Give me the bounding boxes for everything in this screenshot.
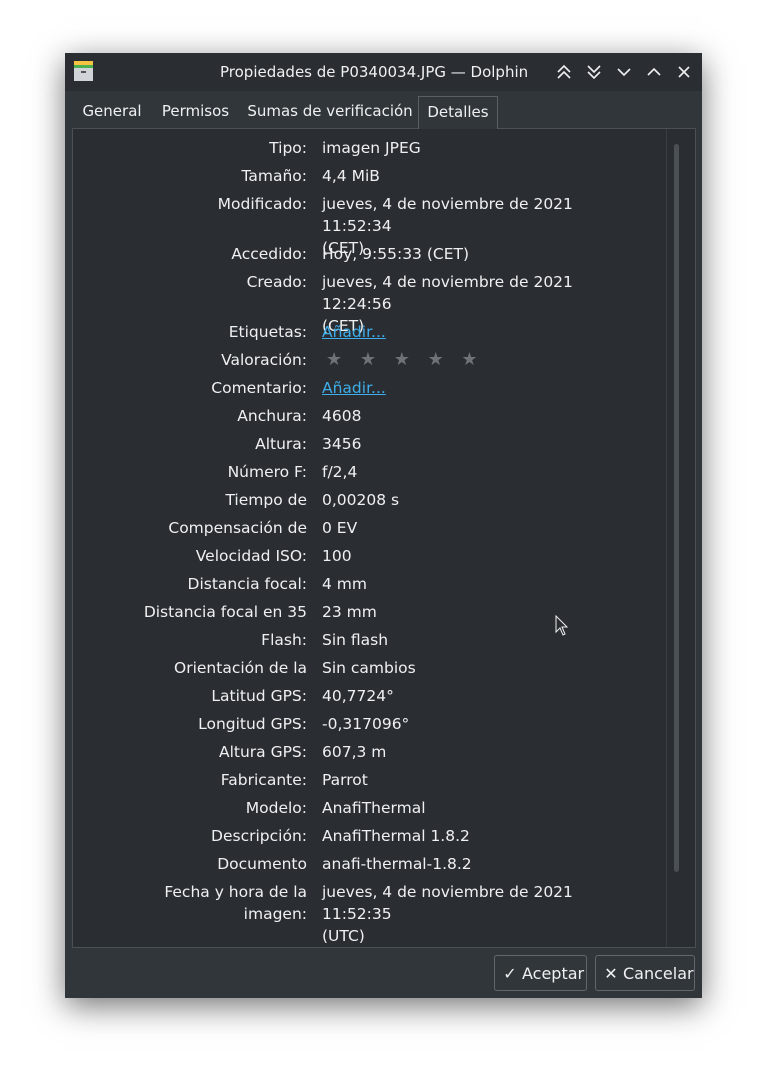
- add-comment-link[interactable]: Añadir...: [322, 377, 642, 399]
- detail-value: 0,00208 s: [322, 491, 400, 509]
- keep-above-icon[interactable]: [554, 62, 574, 82]
- detail-value: 100: [322, 547, 352, 565]
- detail-label: Latitud GPS:: [211, 687, 307, 705]
- detail-label: Modificado:: [217, 195, 307, 213]
- details-panel: Tipo: imagen JPEG Tamaño: 4,4 MiB Modifica…: [72, 128, 696, 948]
- detail-label: Altura:: [255, 435, 307, 453]
- detail-value: AnafiThermal: [322, 799, 426, 817]
- minimize-icon[interactable]: [614, 62, 634, 82]
- detail-value: 23 mm: [322, 603, 377, 621]
- detail-label: Documento: [217, 855, 307, 873]
- detail-value: 0 EV: [322, 519, 358, 537]
- detail-label: Tamaño:: [241, 167, 307, 185]
- detail-label: Valoración:: [221, 351, 307, 369]
- detail-value: jueves, 4 de noviembre de 2021 11:52:35(…: [322, 883, 573, 945]
- detail-label: Tiempo de: [225, 491, 307, 509]
- cancel-button[interactable]: ✕ Cancelar: [595, 955, 695, 991]
- rating-stars[interactable]: ★ ★ ★ ★ ★: [326, 349, 646, 371]
- detail-label: Descripción:: [211, 827, 307, 845]
- detail-label: Fabricante:: [220, 771, 307, 789]
- detail-value: Sin flash: [322, 631, 389, 649]
- detail-label: Velocidad ISO:: [195, 547, 307, 565]
- detail-label: Tipo:: [269, 139, 307, 157]
- detail-label: Distancia focal:: [187, 575, 307, 593]
- detail-value: 4,4 MiB: [322, 167, 380, 185]
- detail-value: -0,317096°: [322, 715, 410, 733]
- detail-value: f/2,4: [322, 463, 358, 481]
- accept-button[interactable]: ✓ Aceptar: [494, 955, 587, 991]
- scrollbar[interactable]: [674, 144, 679, 872]
- detail-value: Parrot: [322, 771, 368, 789]
- tab-sumas-verificacion[interactable]: Sumas de verificación: [241, 96, 419, 127]
- window-title: Propiedades de P0340034.JPG — Dolphin: [220, 63, 529, 81]
- detail-value: 607,3 m: [322, 743, 387, 761]
- detail-label: Anchura:: [237, 407, 307, 425]
- properties-dialog: Propiedades de P0340034.JPG — Dolphin Ge…: [65, 53, 702, 998]
- detail-label: Orientación de la: [174, 659, 307, 677]
- detail-label: Comentario:: [211, 379, 307, 397]
- detail-label: Creado:: [246, 273, 307, 291]
- file-manager-icon: [74, 61, 93, 81]
- detail-value: AnafiThermal 1.8.2: [322, 827, 470, 845]
- add-tags-link[interactable]: Añadir...: [322, 321, 642, 343]
- detail-value: 4 mm: [322, 575, 367, 593]
- detail-value: anafi-thermal-1.8.2: [322, 855, 472, 873]
- detail-label: Etiquetas:: [228, 323, 307, 341]
- detail-label: Flash:: [261, 631, 307, 649]
- tab-detalles[interactable]: Detalles: [418, 96, 498, 129]
- detail-label: Número F:: [227, 463, 307, 481]
- detail-label: Distancia focal en 35: [143, 603, 307, 621]
- detail-label: Modelo:: [245, 799, 307, 817]
- detail-label: Accedido:: [231, 245, 307, 263]
- detail-label: Longitud GPS:: [198, 715, 307, 733]
- detail-value: imagen JPEG: [322, 139, 421, 157]
- close-icon[interactable]: [674, 62, 694, 82]
- detail-value: Sin cambios: [322, 659, 416, 677]
- maximize-icon[interactable]: [644, 62, 664, 82]
- detail-label: Altura GPS:: [218, 743, 307, 761]
- detail-value: 4608: [322, 407, 362, 425]
- detail-value: Hoy, 9:55:33 (CET): [322, 245, 470, 263]
- detail-value: 3456: [322, 435, 362, 453]
- check-icon: ✓: [503, 964, 517, 983]
- cancel-x-icon: ✕: [604, 964, 618, 983]
- keep-below-icon[interactable]: [584, 62, 604, 82]
- detail-label: Compensación de: [168, 519, 307, 537]
- tab-permisos[interactable]: Permisos: [153, 96, 238, 127]
- scroll-track: [666, 129, 667, 947]
- detail-value: 40,7724°: [322, 687, 394, 705]
- title-bar[interactable]: Propiedades de P0340034.JPG — Dolphin: [65, 53, 702, 91]
- mouse-cursor-icon: [555, 614, 569, 637]
- tab-general[interactable]: General: [74, 96, 150, 127]
- detail-label: Fecha y hora de la imagen:: [164, 883, 307, 923]
